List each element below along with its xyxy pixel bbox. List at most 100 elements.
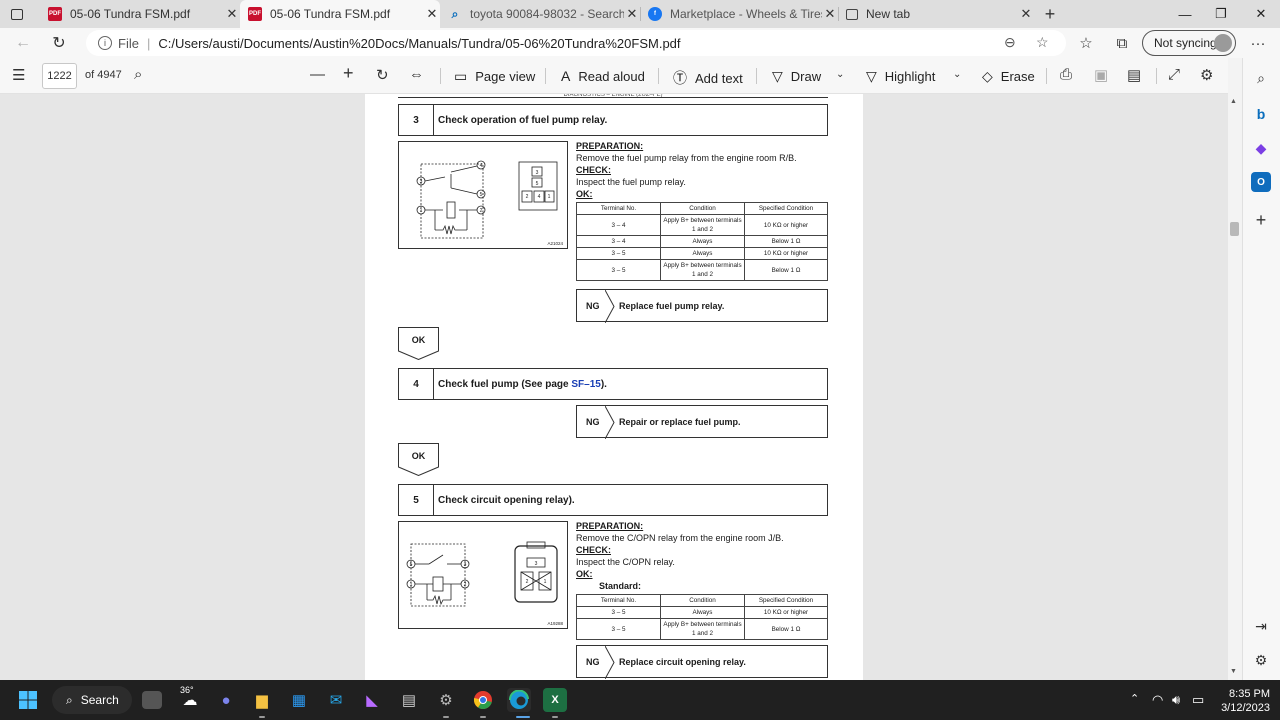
vertical-scrollbar[interactable]: ▲ ▼	[1228, 94, 1242, 680]
sidebar-search-button[interactable]: ⌕	[1251, 68, 1271, 88]
check-label: CHECK:	[576, 165, 611, 175]
tab-pdf-2[interactable]: PDF 05-06 Tundra FSM.pdf ✕	[240, 0, 440, 28]
sidebar-bing-button[interactable]: b	[1251, 104, 1271, 124]
chrome-button[interactable]	[471, 688, 495, 712]
zoom-in-icon[interactable]: +	[343, 63, 354, 84]
edge-icon	[509, 690, 529, 709]
close-icon[interactable]: ✕	[624, 6, 640, 22]
chevron-down-icon[interactable]: ⌄	[836, 69, 844, 80]
table-cell: Always	[660, 247, 745, 260]
sidebar-settings-button[interactable]: ⚙	[1251, 650, 1271, 670]
battery-icon[interactable]: ▭	[1192, 692, 1204, 708]
ok-label: OK	[411, 451, 426, 461]
table-cell: Apply B+ between terminals 1 and 2	[660, 618, 745, 640]
scroll-up-icon[interactable]: ▲	[1230, 98, 1237, 105]
running-indicator	[259, 716, 265, 718]
figure-code: A19288	[547, 621, 563, 626]
collections-button[interactable]: ⧉	[1110, 32, 1134, 54]
back-button[interactable]: ←	[10, 32, 36, 54]
preparation-text: Remove the C/OPN relay from the engine r…	[576, 533, 784, 543]
edge-button[interactable]	[507, 688, 531, 712]
eraser-icon: ◇	[982, 68, 993, 84]
teams-chat-button[interactable]: ●	[214, 688, 238, 712]
running-indicator	[480, 716, 486, 718]
erase-label: Erase	[1000, 69, 1035, 84]
close-icon[interactable]: ✕	[1018, 6, 1034, 22]
tab-strip: PDF 05-06 Tundra FSM.pdf ✕ PDF 05-06 Tun…	[0, 0, 1280, 28]
erase-button[interactable]: ◇ Erase	[982, 68, 1035, 85]
favorites-button[interactable]: ☆	[1074, 32, 1098, 54]
zoom-out-icon[interactable]: —	[310, 66, 325, 83]
pdf-viewer[interactable]: DIAGNOSTICS – ENGINE (2UZ–FE) 3 Check op…	[0, 94, 1228, 680]
tab-actions-button[interactable]	[0, 0, 34, 28]
chevron-up-icon[interactable]: ⌃	[1130, 692, 1139, 705]
rotate-icon[interactable]: ↻	[376, 66, 389, 84]
close-icon[interactable]: ✕	[822, 6, 838, 22]
page-header: DIAGNOSTICS – ENGINE (2UZ–FE)	[398, 94, 828, 98]
url-text[interactable]: C:/Users/austi/Documents/Austin%20Docs/M…	[158, 36, 680, 51]
page-link[interactable]: SF–15	[571, 379, 600, 390]
sidebar-add-button[interactable]: +	[1251, 210, 1271, 230]
step-5-instructions: PREPARATION: Remove the C/OPN relay from…	[576, 520, 784, 592]
calculator-button[interactable]: ▤	[397, 688, 421, 712]
draw-button[interactable]: ▽ Draw	[772, 68, 821, 85]
mail-button[interactable]: ✉	[324, 688, 348, 712]
gear-icon[interactable]: ⚙	[1200, 66, 1213, 84]
divider	[1156, 68, 1157, 84]
tab-search[interactable]: ⌕ toyota 90084-98032 - Search ✕	[440, 0, 640, 28]
file-explorer-button[interactable]: ▆	[250, 688, 274, 712]
page-view-button[interactable]: ▭ Page view	[454, 68, 535, 85]
read-aloud-button[interactable]: A Read aloud	[561, 68, 645, 84]
favorite-add-icon[interactable]: ☆	[1036, 34, 1049, 51]
column-header: Specified Condition	[744, 594, 828, 607]
chevron-down-icon[interactable]: ⌄	[953, 69, 961, 80]
page-number-input[interactable]: 1222	[42, 63, 77, 89]
refresh-button[interactable]: ↻	[46, 32, 72, 54]
search-icon[interactable]: ⌕	[134, 66, 142, 83]
tab-pdf-1[interactable]: PDF 05-06 Tundra FSM.pdf ✕	[40, 0, 240, 28]
close-icon[interactable]: ✕	[224, 6, 240, 22]
start-button[interactable]	[16, 688, 40, 712]
close-window-button[interactable]: ✕	[1240, 0, 1280, 28]
column-header: Terminal No.	[576, 202, 661, 215]
address-bar[interactable]: i File | C:/Users/austi/Documents/Austin…	[86, 30, 1066, 56]
excel-button[interactable]: X	[543, 688, 567, 712]
taskbar-search[interactable]: ⌕ Search	[52, 686, 132, 714]
sidebar-outlook-button[interactable]: O	[1251, 172, 1271, 192]
wifi-icon[interactable]: ◠	[1152, 692, 1163, 708]
search-label: Search	[80, 693, 119, 707]
scroll-down-icon[interactable]: ▼	[1230, 668, 1237, 675]
print-icon[interactable]: ⎙	[1060, 66, 1072, 83]
sidebar-tools-button[interactable]: ◆	[1251, 138, 1271, 158]
profile-button[interactable]: Not syncing	[1142, 30, 1236, 56]
sidebar-collapse-button[interactable]: ⇥	[1251, 616, 1271, 636]
new-tab-button[interactable]: +	[1036, 0, 1064, 28]
contents-list-icon[interactable]: ☰	[12, 66, 25, 84]
system-clock[interactable]: 8:35 PM 3/12/2023	[1212, 687, 1270, 715]
tab-new-tab[interactable]: New tab ✕	[838, 0, 1034, 28]
settings-more-button[interactable]: ···	[1246, 32, 1270, 54]
scrollbar-thumb[interactable]	[1230, 222, 1239, 236]
save-as-icon[interactable]: ▤	[1127, 66, 1141, 84]
store-button[interactable]: ▦	[287, 688, 311, 712]
clipchamp-button[interactable]: ◣	[360, 688, 384, 712]
tab-marketplace[interactable]: f Marketplace - Wheels & Tires 17 ✕	[640, 0, 838, 28]
zoom-icon[interactable]: ⊖	[1004, 34, 1016, 51]
settings-button[interactable]: ⚙	[434, 688, 458, 712]
pdf-icon: PDF	[48, 7, 62, 21]
page-count: of 4947	[85, 69, 122, 81]
volume-icon[interactable]: 🔊︎	[1172, 692, 1180, 708]
ng-tag: NG	[577, 406, 615, 439]
task-view-button[interactable]	[142, 691, 162, 709]
save-icon[interactable]: ▣	[1094, 66, 1108, 84]
fit-page-icon[interactable]: ⇔	[409, 66, 424, 83]
draw-label: Draw	[790, 69, 822, 84]
fullscreen-icon[interactable]: ⤢	[1168, 66, 1180, 83]
info-icon[interactable]: i	[98, 36, 112, 50]
table-row: 3 – 5 Always 10 KΩ or higher	[576, 606, 828, 619]
close-icon[interactable]: ✕	[424, 6, 440, 22]
step-4-ng-action: NG Repair or replace fuel pump.	[576, 405, 828, 439]
add-text-button[interactable]: Ⓣ Add text	[673, 68, 743, 88]
restore-button[interactable]: ❐	[1200, 0, 1242, 28]
highlight-button[interactable]: ▽ Highlight	[866, 68, 935, 85]
